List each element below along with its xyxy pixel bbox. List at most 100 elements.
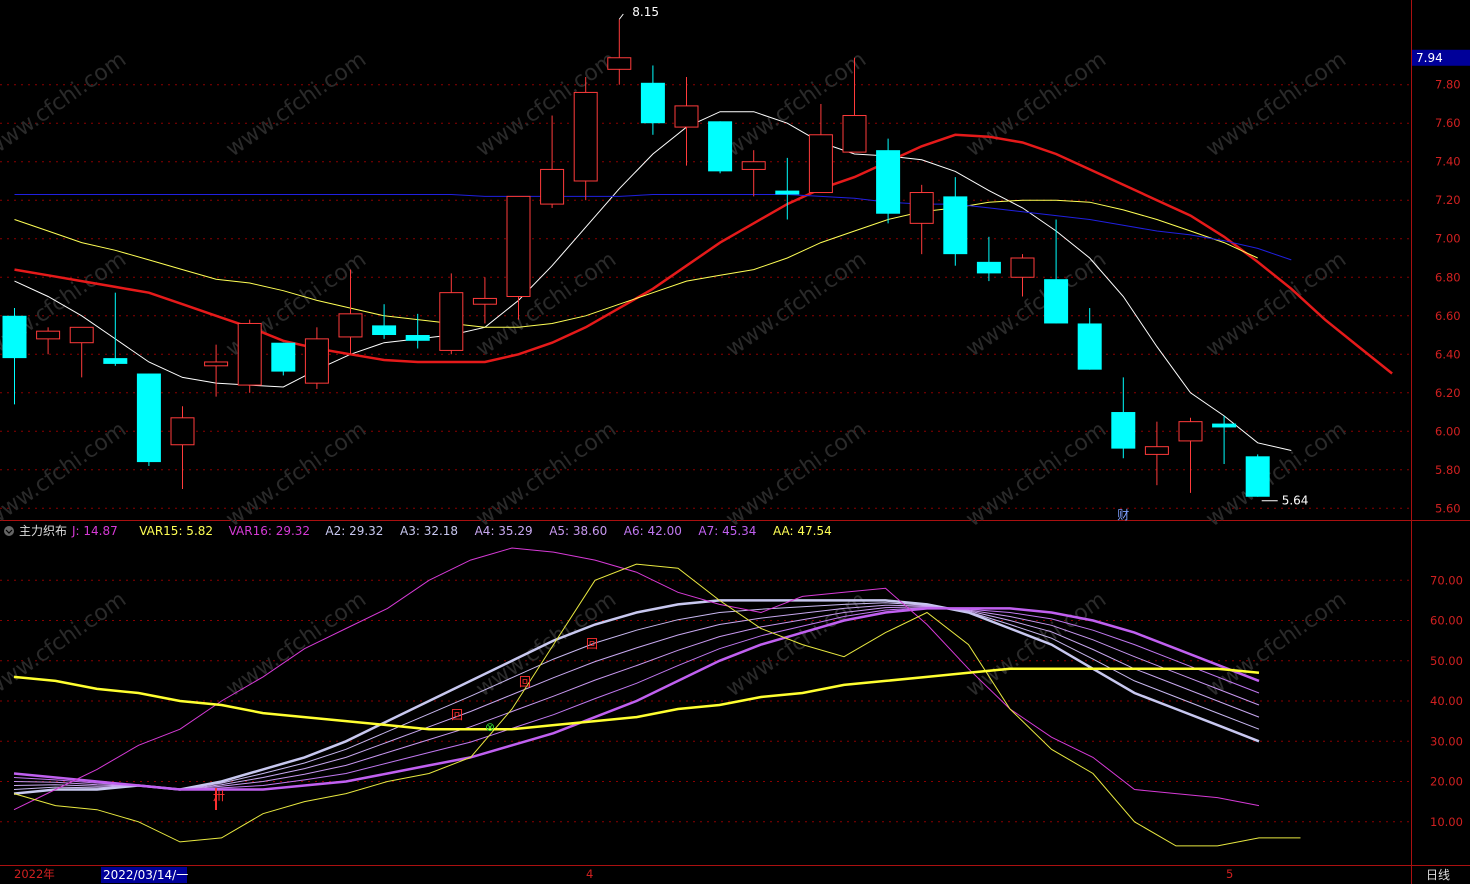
candle <box>271 342 296 376</box>
legend-item: A6: 42.00 <box>624 524 682 538</box>
candle-body-down <box>876 150 901 214</box>
candle-body-down <box>1245 456 1270 497</box>
candle-body-down <box>1077 323 1102 370</box>
indicator-marker: ⊗ <box>485 720 495 734</box>
candle <box>472 277 497 324</box>
legend-item: J: 14.87 <box>71 524 118 538</box>
candle-body-up <box>573 91 598 182</box>
indicator-panel: 主力织布 J: 14.87 VAR15: 5.82 VAR16: 29.32 A2: 2… <box>4 524 1301 847</box>
candle-body-down <box>1212 423 1237 428</box>
candle <box>640 65 665 135</box>
candle-body-up <box>1010 257 1035 278</box>
collapse-icon <box>4 526 14 536</box>
candle-body-down <box>372 325 397 336</box>
indicator-marker: 卅 <box>213 789 225 803</box>
watermark: www.cfchi.com <box>472 47 621 162</box>
price-moving-averages <box>14 111 1393 451</box>
watermark: www.cfchi.com <box>222 587 371 702</box>
indicator-j-line <box>13 547 1260 811</box>
candle <box>876 138 901 224</box>
stock-chart[interactable]: www.cfchi.com www.cfchi.com www.cfchi.com w… <box>0 0 1470 884</box>
candle <box>439 273 464 355</box>
candle-body-down <box>1044 279 1069 324</box>
indicator-fan-line <box>13 607 1260 791</box>
candle <box>708 121 733 174</box>
candle-body-down <box>1111 412 1136 449</box>
candle-body-down <box>708 121 733 172</box>
price-tick-label: 5.60 <box>1435 501 1461 515</box>
indicator-aa-line <box>13 667 1260 731</box>
candle <box>506 195 531 320</box>
watermark: www.cfchi.com <box>962 417 1111 532</box>
candle-body-up <box>1178 421 1203 442</box>
candle <box>943 177 968 266</box>
high-label: 8.15 <box>632 5 659 19</box>
candle <box>607 19 632 85</box>
legend-item: A3: 32.18 <box>400 524 458 538</box>
candle <box>1178 417 1203 493</box>
candle <box>103 292 128 366</box>
watermark: www.cfchi.com <box>0 417 131 532</box>
candle-body-up <box>439 292 464 351</box>
legend-item: AA: 47.54 <box>773 524 832 538</box>
watermark: www.cfchi.com <box>722 417 871 532</box>
indicator-tick-label: 70.00 <box>1430 573 1463 587</box>
candle-body-down <box>943 196 968 255</box>
legend-item: A4: 35.29 <box>475 524 533 538</box>
price-tick-label: 7.40 <box>1435 155 1461 169</box>
candle-body-down <box>640 82 665 124</box>
legend-item: A5: 38.60 <box>549 524 607 538</box>
indicator-tick-label: 50.00 <box>1430 654 1463 668</box>
candle-body-up <box>909 192 934 224</box>
candle <box>69 326 94 378</box>
watermark: www.cfchi.com <box>1202 587 1351 702</box>
candle-body-up <box>1144 446 1169 455</box>
candle-body-up <box>170 417 195 446</box>
candle <box>136 373 161 466</box>
candle <box>808 103 833 194</box>
high-pointer <box>618 13 624 20</box>
indicator-name: 主力织布 <box>19 524 67 538</box>
candle <box>1010 254 1035 297</box>
candle-body-down <box>136 373 161 463</box>
period-label: 日线 <box>1426 868 1450 882</box>
candle-body-down <box>103 358 128 364</box>
price-tick-label: 7.80 <box>1435 78 1461 92</box>
candle <box>741 150 766 197</box>
price-ma-line-0 <box>14 111 1292 451</box>
x-label-month-4: 4 <box>586 867 593 881</box>
watermark: www.cfchi.com <box>0 47 131 162</box>
indicator-tick-label: 10.00 <box>1430 815 1463 829</box>
candle <box>1245 454 1270 497</box>
watermark: www.cfchi.com <box>1202 247 1351 362</box>
current-price-label: 7.94 <box>1416 51 1443 65</box>
candle-body-up <box>472 297 497 305</box>
price-tick-label: 6.60 <box>1435 309 1461 323</box>
candle-body-up <box>69 326 94 344</box>
candle-body-up <box>304 338 329 384</box>
candle-body-up <box>674 105 699 128</box>
candle-body-up <box>36 330 61 340</box>
candle <box>573 77 598 201</box>
candle <box>304 327 329 389</box>
candle-body-down <box>271 342 296 372</box>
candle-body-down <box>405 335 430 341</box>
candle-body-up <box>607 57 632 70</box>
indicator-marker: 回 <box>586 637 598 651</box>
candle-body-down <box>2 315 27 359</box>
watermark: www.cfchi.com <box>0 587 131 702</box>
indicator-marker: 回 <box>519 675 531 689</box>
indicator-tick-label: 20.00 <box>1430 775 1463 789</box>
candle <box>36 327 61 355</box>
candle <box>237 319 262 393</box>
candle-body-up <box>540 168 565 205</box>
candle-body-up <box>237 322 262 386</box>
candle-body-down <box>775 190 800 195</box>
legend-item: A7: 45.34 <box>698 524 756 538</box>
legend-item: VAR15: 5.82 <box>139 524 213 538</box>
candle-body-down <box>976 261 1001 274</box>
candle <box>204 344 229 397</box>
price-tick-label: 5.80 <box>1435 463 1461 477</box>
watermark: www.cfchi.com <box>222 47 371 162</box>
indicator-marker: 回 <box>451 708 463 722</box>
